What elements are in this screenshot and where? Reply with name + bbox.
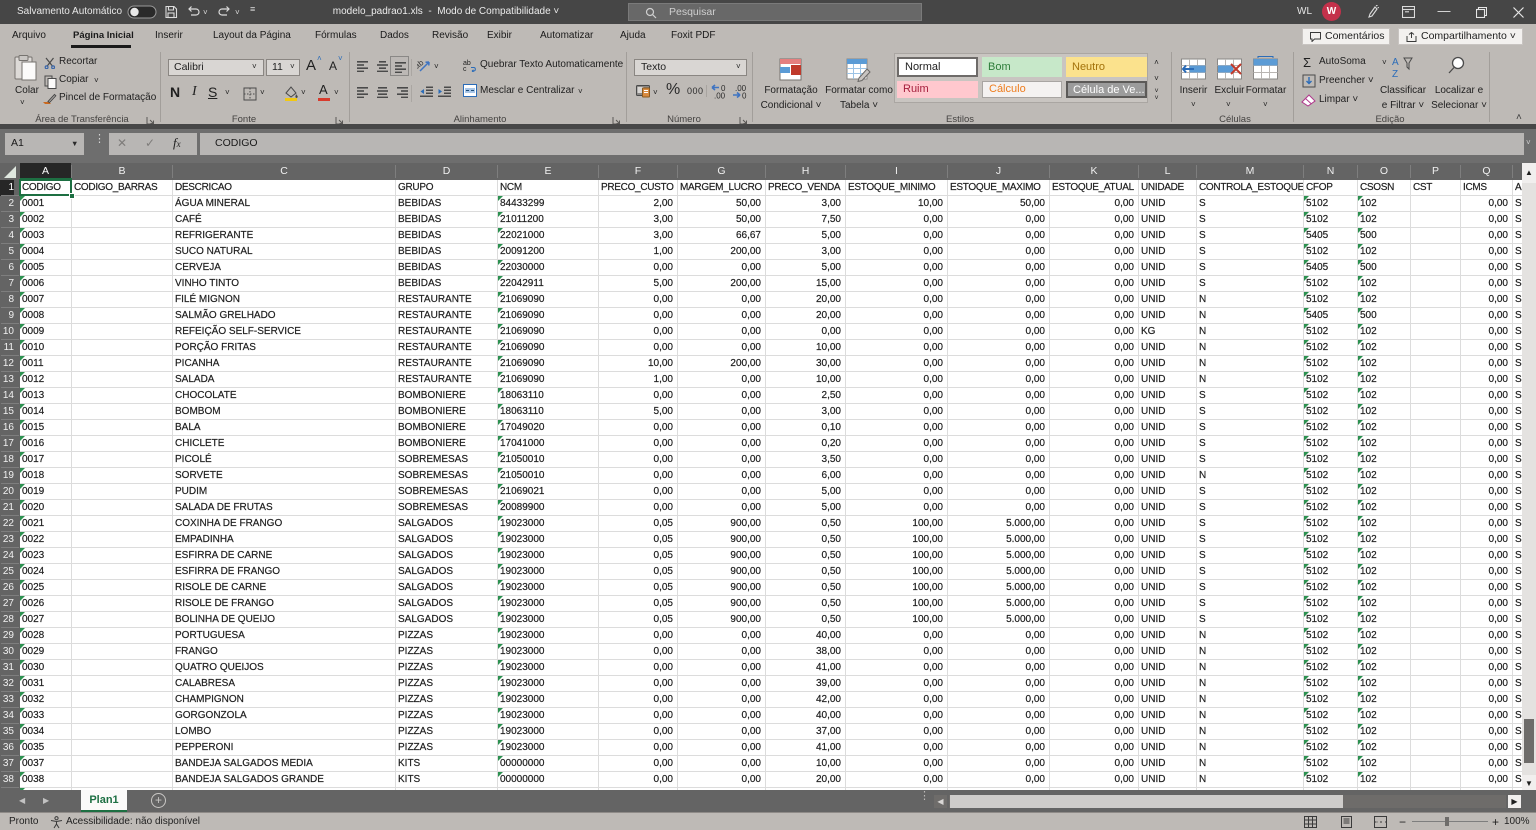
svg-text:Z: Z <box>1392 69 1398 80</box>
svg-text:0: 0 <box>742 92 747 100</box>
svg-text:A: A <box>1392 57 1399 68</box>
svg-text:c: c <box>463 66 467 72</box>
svg-text:.00: .00 <box>714 92 726 100</box>
